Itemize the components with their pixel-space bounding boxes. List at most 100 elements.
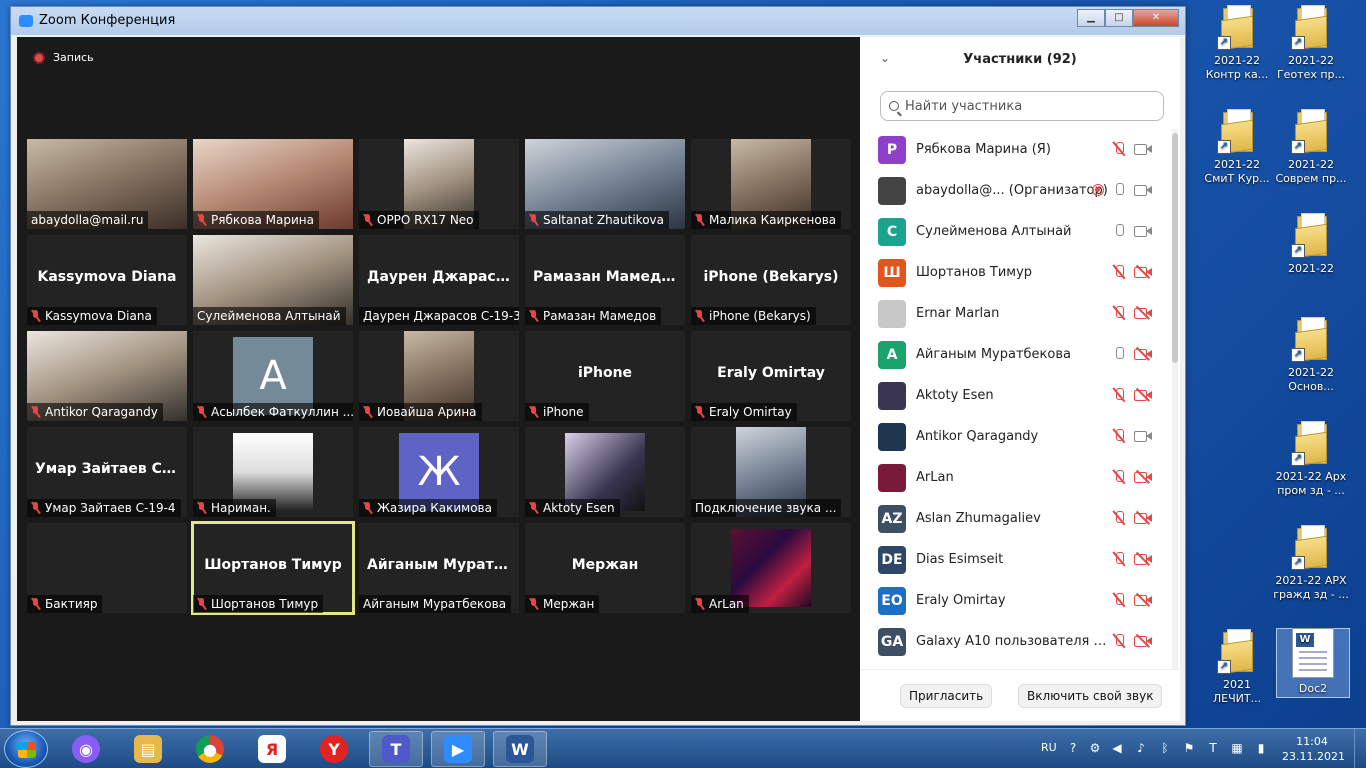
taskbar-alice-button[interactable]: ◉ [59, 731, 113, 767]
unmute-self-button[interactable]: Включить свой звук [1018, 684, 1163, 708]
video-tile[interactable]: Antikor Qaragandy [27, 331, 187, 421]
start-button[interactable] [4, 730, 48, 768]
taskbar-yandex-browser-button[interactable]: Y [307, 731, 361, 767]
participant-row[interactable]: EO Eraly Omirtay [860, 580, 1170, 621]
participant-row[interactable]: ArLan [860, 457, 1170, 498]
video-tile[interactable]: iPhone (Bekarys) iPhone (Bekarys) [691, 235, 851, 325]
folder-icon: ↗ [1291, 4, 1331, 51]
taskbar-chrome-button[interactable]: ● [183, 731, 237, 767]
video-tile[interactable]: Нариман. [193, 427, 353, 517]
muted-mic-icon [197, 598, 207, 610]
network-icon[interactable]: ▦ [1230, 741, 1244, 755]
settings-icon[interactable]: ⚙ [1088, 741, 1102, 755]
video-tile[interactable]: Мержан Мержан [525, 523, 685, 613]
taskbar-word-button[interactable]: W [493, 731, 547, 767]
participant-row[interactable]: Р Рябкова Марина (Я) [860, 129, 1170, 170]
participant-name: Aslan Zhumagaliev [916, 511, 1041, 526]
participant-row[interactable]: abaydolla@... (Организатор) [860, 170, 1170, 211]
power-icon[interactable]: ▮ [1254, 741, 1268, 755]
clock-time: 11:04 [1296, 735, 1328, 748]
invite-button[interactable]: Пригласить [900, 684, 993, 708]
video-tile[interactable]: Рябкова Марина [193, 139, 353, 229]
taskbar-teams-button[interactable]: T [369, 731, 423, 767]
title-bar: Zoom Конференция ▁ □ ✕ [11, 7, 1185, 35]
file-explorer-icon: ▤ [134, 735, 162, 763]
minimize-button[interactable]: ▁ [1077, 9, 1105, 27]
show-desktop-button[interactable] [1354, 729, 1366, 768]
volume-icon[interactable]: ◀ [1110, 741, 1124, 755]
video-tile[interactable]: Малика Каиркенова [691, 139, 851, 229]
muted-mic-icon [197, 406, 207, 418]
desktop-folder-icon[interactable]: ↗ 2021-22 Контр ка... [1198, 4, 1276, 82]
participant-name: Сулейменова Алтынай [916, 224, 1072, 239]
participant-name: Eraly Omirtay [916, 593, 1006, 608]
video-tile[interactable]: А Асылбек Фаткуллин ... [193, 331, 353, 421]
participant-list-scrollbar[interactable] [1172, 129, 1178, 669]
search-input[interactable] [905, 98, 1155, 114]
tile-name-label: Antikor Qaragandy [27, 403, 163, 421]
help-icon[interactable]: ? [1066, 741, 1080, 755]
desktop-icon-label: 2021-22 Геотех пр... [1276, 54, 1346, 81]
video-tile[interactable]: Подключение звука ... [691, 427, 851, 517]
video-tile[interactable]: Умар Зайтаев С-19-4 Умар Зайтаев С-19-4 [27, 427, 187, 517]
close-button[interactable]: ✕ [1133, 9, 1179, 27]
recording-indicator[interactable]: Запись [33, 51, 94, 64]
video-tile[interactable]: Рамазан Мамедов Рамазан Мамедов [525, 235, 685, 325]
participant-row[interactable]: GA Galaxy A10 пользователя Айга... [860, 621, 1170, 662]
participant-search[interactable] [880, 91, 1164, 121]
bluetooth-icon[interactable]: ᛒ [1158, 741, 1172, 755]
participant-name: abaydolla@... (Организатор) [916, 183, 1108, 198]
tile-name-text: iPhone [543, 405, 584, 419]
video-tile[interactable]: Бактияр [27, 523, 187, 613]
video-tile[interactable]: Шортанов Тимур Шортанов Тимур [191, 521, 355, 615]
desktop-folder-icon[interactable]: ↗ 2021-22 СмиТ Кур... [1198, 108, 1276, 186]
video-tile[interactable]: ArLan [691, 523, 851, 613]
video-tile[interactable]: Сулейменова Алтынай [193, 235, 353, 325]
participant-row[interactable]: Ш Шортанов Тимур [860, 252, 1170, 293]
desktop-folder-icon[interactable]: ↗ 2021-22 [1272, 212, 1350, 276]
desktop-document-icon[interactable]: W Doc2 [1274, 628, 1352, 696]
clock[interactable]: 11:04 23.11.2021 [1282, 734, 1345, 764]
video-tile[interactable]: abaydolla@mail.ru [27, 139, 187, 229]
recording-label: Запись [53, 51, 94, 64]
taskbar-file-explorer-button[interactable]: ▤ [121, 731, 175, 767]
participant-name: ArLan [916, 470, 954, 485]
participant-row[interactable]: А Айганым Муратбекова [860, 334, 1170, 375]
video-tile[interactable]: Kassymova Diana Kassymova Diana [27, 235, 187, 325]
desktop-folder-icon[interactable]: ↗ 2021-22 АРХ гражд зд - ... [1272, 524, 1350, 602]
video-tile[interactable]: Иовайша Арина [359, 331, 519, 421]
desktop-folder-icon[interactable]: ↗ 2021-22 Основ... [1272, 316, 1350, 394]
video-tile[interactable]: Айганым Муратбекова Айганым Муратбекова [359, 523, 519, 613]
video-tile[interactable]: Saltanat Zhautikova [525, 139, 685, 229]
video-tile[interactable]: Eraly Omirtay Eraly Omirtay [691, 331, 851, 421]
desktop-folder-icon[interactable]: ↗ 2021-22 Соврем пр... [1272, 108, 1350, 186]
maximize-button[interactable]: □ [1105, 9, 1133, 27]
sound-icon[interactable]: ♪ [1134, 741, 1148, 755]
video-tile[interactable]: Даурен Джарасов С-19-3 Даурен Джарасов С-… [359, 235, 519, 325]
participant-grid: abaydolla@mail.ru Рябкова Марина OPPO RX17… [27, 139, 851, 615]
tile-name-label: Сулейменова Алтынай [193, 307, 346, 325]
video-tile[interactable]: OPPO RX17 Neo [359, 139, 519, 229]
participant-name: Aktoty Esen [916, 388, 994, 403]
desktop-folder-icon[interactable]: ↗ 2021-22 Арх пром зд - ... [1272, 420, 1350, 498]
participant-row[interactable]: DE Dias Esimseit [860, 539, 1170, 580]
participant-row[interactable]: Aktoty Esen [860, 375, 1170, 416]
desktop-folder-icon[interactable]: ↗ 2021 ЛЕЧИТ... [1198, 628, 1276, 706]
participant-row[interactable]: С Сулейменова Алтынай [860, 211, 1170, 252]
desktop-folder-icon[interactable]: ↗ 2021-22 Геотех пр... [1272, 4, 1350, 82]
participant-avatar: А [878, 340, 906, 369]
video-tile[interactable]: iPhone iPhone [525, 331, 685, 421]
scrollbar-thumb[interactable] [1172, 133, 1178, 363]
teams-tray-icon[interactable]: T [1206, 741, 1220, 755]
video-tile[interactable]: Aktoty Esen [525, 427, 685, 517]
video-tile[interactable]: Ж Жазира Какимова [359, 427, 519, 517]
mic-muted-icon [1112, 429, 1126, 443]
taskbar-zoom-button[interactable]: ▶ [431, 731, 485, 767]
language-indicator[interactable]: RU [1041, 741, 1057, 754]
participant-row[interactable]: AZ Aslan Zhumagaliev [860, 498, 1170, 539]
participant-row[interactable]: Antikor Qaragandy [860, 416, 1170, 457]
participant-row[interactable]: Ernar Marlan [860, 293, 1170, 334]
flag-icon[interactable]: ⚑ [1182, 741, 1196, 755]
taskbar-yandex-button[interactable]: Я [245, 731, 299, 767]
mic-muted-icon [1112, 388, 1126, 402]
